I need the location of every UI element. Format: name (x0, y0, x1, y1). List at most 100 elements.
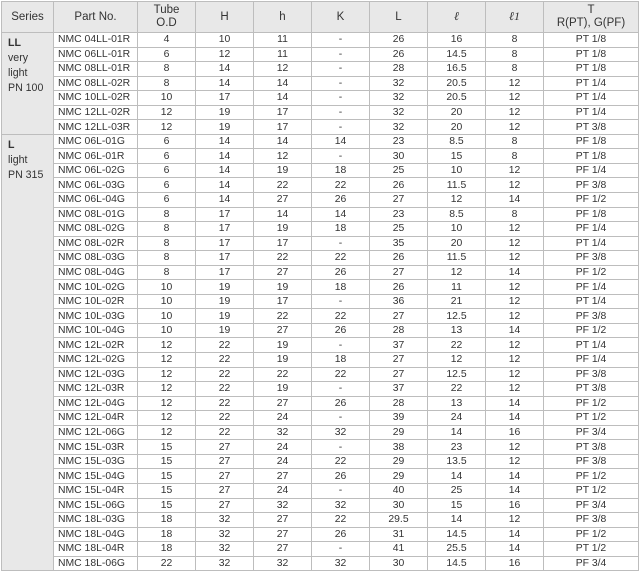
header-T-line1: T (587, 4, 595, 16)
table-row: Llight PN 315 NMC 06L-01G 6 14 14 14 23 8.5 8 PF 1… (1, 133, 639, 571)
cell-l1: 12 (485, 235, 544, 252)
cell-tube-od: 12 (137, 104, 196, 121)
cell-K: 26 (311, 468, 370, 484)
cell-T: PF 3/4 (543, 555, 639, 571)
cell-H: 17 (195, 90, 254, 106)
cell-T: PF 3/8 (543, 177, 639, 194)
cell-L: 30 (369, 497, 428, 514)
cell-H: 32 (195, 541, 254, 557)
cell-part-no: NMC 06L-01R (53, 148, 138, 164)
cell-H: 22 (195, 352, 254, 368)
cell-l1: 14 (485, 192, 544, 208)
header-series: Series (1, 1, 54, 33)
series-description: light (8, 153, 28, 166)
cell-l1: 12 (485, 308, 544, 324)
table-row: NMC 10L-02G 10 19 19 18 26 11 12 PF 1/4 (2, 279, 639, 295)
cell-h: 27 (253, 526, 312, 543)
cell-l: 16.5 (427, 61, 486, 77)
cell-l: 20 (427, 104, 486, 121)
cell-h: 17 (253, 293, 312, 310)
cell-l1: 12 (485, 177, 544, 194)
cell-H: 22 (195, 337, 254, 354)
cell-K: 18 (311, 279, 370, 295)
cell-K: 26 (311, 395, 370, 412)
spec-table: Series Part No. Tube O.D H h K L ℓ ℓ1 T … (1, 1, 639, 571)
cell-l: 13.5 (427, 453, 486, 470)
cell-T: PF 3/8 (543, 250, 639, 266)
cell-l: 24 (427, 410, 486, 426)
table-row: NMC 06L-04G 6 14 27 26 27 12 14 PF 1/2 (2, 192, 639, 208)
cell-L: 25 (369, 221, 428, 237)
cell-l: 15 (427, 497, 486, 514)
cell-L: 27 (369, 308, 428, 324)
cell-h: 32 (253, 424, 312, 441)
cell-tube-od: 8 (137, 75, 196, 92)
cell-L: 37 (369, 381, 428, 397)
cell-l1: 12 (485, 352, 544, 368)
cell-H: 27 (195, 482, 254, 499)
table-row: NMC 08LL-02R 8 14 14-32 20.5 12 PT 1/4 (2, 75, 639, 92)
cell-L: 27 (369, 192, 428, 208)
cell-tube-od: 10 (137, 279, 196, 295)
table-row: NMC 10L-04G 10 19 27 26 28 13 14 PF 1/2 (2, 322, 639, 339)
cell-T: PT 1/8 (543, 148, 639, 164)
cell-l: 11.5 (427, 250, 486, 266)
cell-L: 30 (369, 148, 428, 164)
cell-H: 22 (195, 424, 254, 441)
cell-H: 19 (195, 119, 254, 135)
cell-K: 26 (311, 526, 370, 543)
cell-l1: 14 (485, 526, 544, 543)
cell-L: 29 (369, 424, 428, 441)
cell-K: 22 (311, 366, 370, 383)
cell-H: 17 (195, 264, 254, 281)
cell-T: PF 1/2 (543, 322, 639, 339)
table-row: NMC 12L-03G 12 22 22 22 27 12.5 12 PF 3/8 (2, 366, 639, 383)
cell-l: 14.5 (427, 526, 486, 543)
cell-T: PF 1/2 (543, 264, 639, 281)
cell-l: 14 (427, 424, 486, 441)
cell-H: 14 (195, 61, 254, 77)
cell-K: 18 (311, 221, 370, 237)
cell-tube-od: 15 (137, 468, 196, 484)
cell-T: PT 1/2 (543, 482, 639, 499)
cell-tube-od: 6 (137, 192, 196, 208)
table-row: NMC 15L-06G 15 27 32 32 30 15 16 PF 3/4 (2, 497, 639, 514)
cell-K: 22 (311, 512, 370, 528)
table-row: NMC 18L-06G 22 32 32 32 30 14.5 16 PF 3/4 (2, 555, 639, 571)
table-row: NMC 12L-04G 12 22 27 26 28 13 14 PF 1/2 (2, 395, 639, 412)
cell-tube-od: 12 (137, 119, 196, 135)
cell-h: 24 (253, 482, 312, 499)
cell-part-no: NMC 18L-04R (53, 541, 138, 557)
cell-part-no: NMC 06L-01G (53, 133, 138, 150)
cell-L: 23 (369, 133, 428, 150)
cell-l: 12 (427, 192, 486, 208)
cell-L: 32 (369, 90, 428, 106)
cell-L: 32 (369, 104, 428, 121)
cell-L: 40 (369, 482, 428, 499)
cell-K: 32 (311, 555, 370, 571)
cell-K: - (311, 104, 370, 121)
cell-h: 17 (253, 119, 312, 135)
cell-part-no: NMC 08L-02R (53, 235, 138, 252)
cell-T: PT 3/8 (543, 381, 639, 397)
cell-part-no: NMC 15L-03R (53, 439, 138, 455)
cell-H: 19 (195, 104, 254, 121)
spec-body: LL very light PN 100 NMC 04LL-01R 4 10 11-26 16 8… (1, 32, 639, 571)
cell-part-no: NMC 12L-04R (53, 410, 138, 426)
cell-l1: 8 (485, 133, 544, 150)
cell-l1: 12 (485, 90, 544, 106)
cell-T: PF 1/4 (543, 221, 639, 237)
cell-H: 22 (195, 381, 254, 397)
header-l1-symbol: ℓ1 (509, 9, 520, 23)
cell-h: 27 (253, 192, 312, 208)
cell-H: 14 (195, 192, 254, 208)
cell-T: PT 1/8 (543, 32, 639, 48)
cell-T: PT 1/2 (543, 410, 639, 426)
cell-l: 10 (427, 162, 486, 179)
cell-l1: 14 (485, 322, 544, 339)
cell-l: 23 (427, 439, 486, 455)
cell-h: 27 (253, 541, 312, 557)
cell-T: PF 3/8 (543, 308, 639, 324)
cell-T: PF 1/2 (543, 192, 639, 208)
cell-tube-od: 8 (137, 235, 196, 252)
